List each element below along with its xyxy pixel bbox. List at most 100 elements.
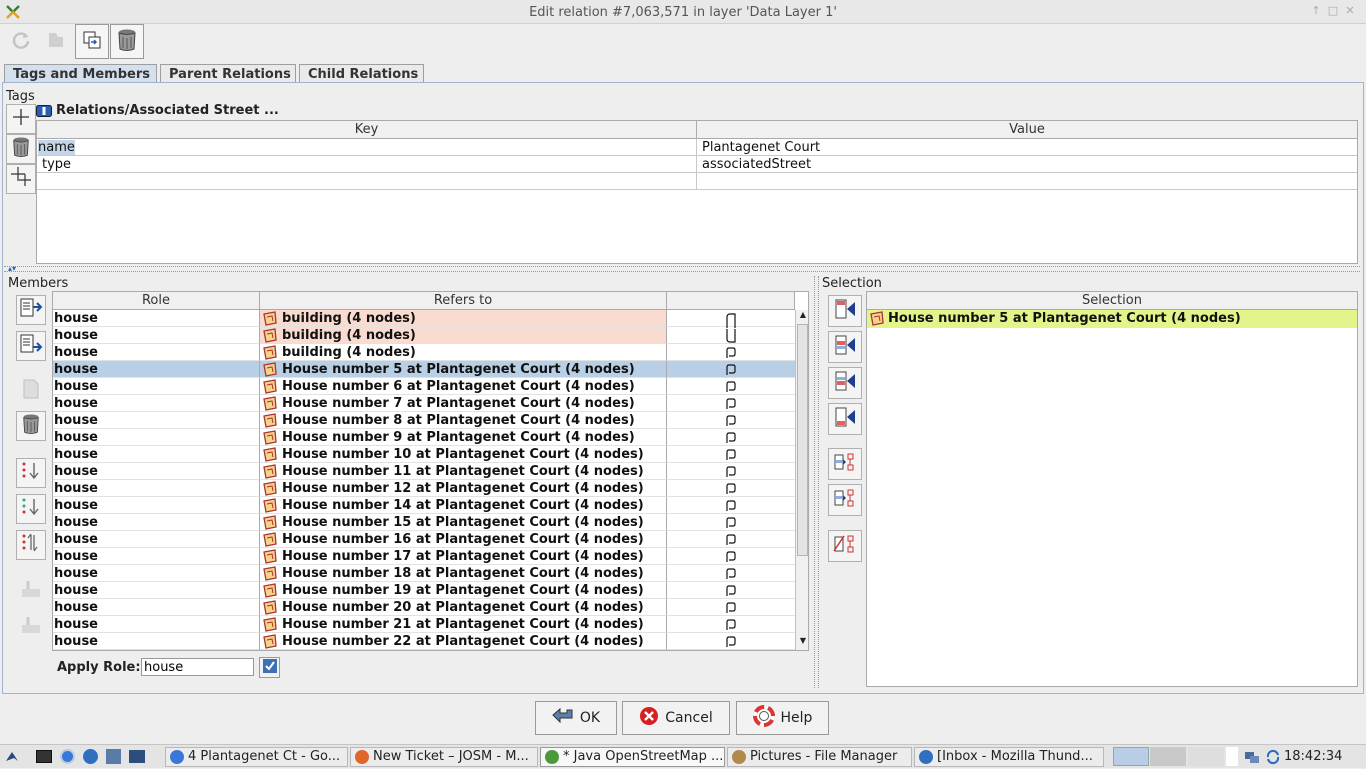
member-role-cell[interactable]: house: [53, 463, 260, 480]
workspace-1[interactable]: [1113, 747, 1149, 766]
member-role-cell[interactable]: house: [53, 582, 260, 599]
member-row[interactable]: house building (4 nodes): [53, 344, 795, 361]
download-incomplete-button[interactable]: [16, 612, 46, 642]
member-role-cell[interactable]: house: [53, 344, 260, 361]
terminal-icon[interactable]: [36, 750, 52, 763]
taskbar-task[interactable]: New Ticket – JOSM - M...: [350, 747, 538, 767]
apply-button[interactable]: [39, 24, 73, 59]
member-refers-to-cell[interactable]: House number 12 at Plantagenet Court (4 …: [260, 480, 667, 497]
workspace-3[interactable]: [1188, 747, 1224, 766]
minimize-icon[interactable]: ↑: [1310, 5, 1322, 17]
member-role-cell[interactable]: house: [53, 446, 260, 463]
add-selection-before-button[interactable]: [828, 331, 862, 363]
member-role-cell[interactable]: house: [53, 361, 260, 378]
member-refers-to-cell[interactable]: House number 17 at Plantagenet Court (4 …: [260, 548, 667, 565]
member-row[interactable]: house House number 8 at Plantagenet Court…: [53, 412, 795, 429]
member-row[interactable]: house House number 19 at Plantagenet Cour…: [53, 582, 795, 599]
desktop-launcher-icon[interactable]: [129, 750, 145, 763]
clock[interactable]: 18:42:34: [1284, 749, 1342, 764]
member-role-cell[interactable]: house: [53, 310, 260, 327]
member-role-cell[interactable]: house: [53, 480, 260, 497]
tag-key-cell[interactable]: name: [37, 139, 697, 156]
select-from-members-button[interactable]: [828, 484, 862, 516]
scroll-up-icon[interactable]: ▲: [798, 310, 808, 322]
remove-selected-button[interactable]: [828, 530, 862, 562]
member-role-cell[interactable]: house: [53, 378, 260, 395]
member-row[interactable]: house building (4 nodes): [53, 327, 795, 344]
tag-key-cell-empty[interactable]: [37, 173, 697, 190]
value-column-header[interactable]: Value: [697, 121, 1357, 139]
refers-to-column-header[interactable]: Refers to: [260, 292, 667, 310]
member-role-cell[interactable]: house: [53, 327, 260, 344]
move-up-selected-button[interactable]: [16, 295, 46, 325]
member-role-cell[interactable]: house: [53, 429, 260, 446]
member-refers-to-cell[interactable]: House number 9 at Plantagenet Court (4 n…: [260, 429, 667, 446]
member-row[interactable]: house House number 17 at Plantagenet Cour…: [53, 548, 795, 565]
member-role-cell[interactable]: house: [53, 514, 260, 531]
member-role-cell[interactable]: house: [53, 412, 260, 429]
tab-child-relations[interactable]: Child Relations: [299, 64, 424, 83]
select-members-button[interactable]: [828, 448, 862, 480]
taskbar-task[interactable]: Pictures - File Manager: [727, 747, 912, 767]
member-refers-to-cell[interactable]: building (4 nodes): [260, 310, 667, 327]
member-row[interactable]: house House number 18 at Plantagenet Cour…: [53, 565, 795, 582]
duplicate-button[interactable]: [75, 24, 109, 59]
member-refers-to-cell[interactable]: House number 16 at Plantagenet Court (4 …: [260, 531, 667, 548]
member-row[interactable]: house House number 15 at Plantagenet Cour…: [53, 514, 795, 531]
scroll-down-icon[interactable]: ▼: [798, 636, 808, 648]
member-row[interactable]: house House number 9 at Plantagenet Court…: [53, 429, 795, 446]
linkage-column-header[interactable]: [667, 292, 795, 310]
member-refers-to-cell[interactable]: building (4 nodes): [260, 344, 667, 361]
sync-icon[interactable]: [1265, 749, 1281, 769]
tab-parent-relations[interactable]: Parent Relations: [160, 64, 296, 83]
member-row[interactable]: house House number 7 at Plantagenet Court…: [53, 395, 795, 412]
scrollbar-thumb[interactable]: [797, 324, 808, 556]
member-refers-to-cell[interactable]: House number 20 at Plantagenet Court (4 …: [260, 599, 667, 616]
thunderbird-launcher-icon[interactable]: [83, 749, 98, 764]
taskbar-task[interactable]: 4 Plantagenet Ct - Go...: [165, 747, 348, 767]
close-icon[interactable]: ✕: [1344, 5, 1356, 17]
member-refers-to-cell[interactable]: House number 7 at Plantagenet Court (4 n…: [260, 395, 667, 412]
member-role-cell[interactable]: house: [53, 548, 260, 565]
member-refers-to-cell[interactable]: House number 21 at Plantagenet Court (4 …: [260, 616, 667, 633]
member-refers-to-cell[interactable]: House number 19 at Plantagenet Court (4 …: [260, 582, 667, 599]
move-down-selected-button[interactable]: [16, 331, 46, 361]
chrome-launcher-icon[interactable]: [60, 749, 75, 764]
member-row[interactable]: house House number 16 at Plantagenet Cour…: [53, 531, 795, 548]
member-row[interactable]: house House number 14 at Plantagenet Cour…: [53, 497, 795, 514]
add-tags-multi-button[interactable]: [6, 164, 36, 194]
delete-relation-button[interactable]: [110, 24, 144, 59]
workspace-4[interactable]: [1226, 747, 1238, 766]
help-button[interactable]: Help: [736, 701, 829, 735]
apply-role-input[interactable]: [141, 658, 254, 676]
add-selection-top-button[interactable]: [828, 295, 862, 327]
member-refers-to-cell[interactable]: building (4 nodes): [260, 327, 667, 344]
sort-below-button[interactable]: [16, 494, 46, 524]
member-refers-to-cell[interactable]: House number 5 at Plantagenet Court (4 n…: [260, 361, 667, 378]
member-refers-to-cell[interactable]: House number 22 at Plantagenet Court (4 …: [260, 633, 667, 650]
edit-member-button[interactable]: [16, 376, 46, 406]
cancel-button[interactable]: Cancel: [622, 701, 730, 735]
member-row[interactable]: house House number 20 at Plantagenet Cour…: [53, 599, 795, 616]
tag-value-cell[interactable]: Plantagenet Court: [697, 139, 1357, 156]
tag-value-cell[interactable]: associatedStreet: [697, 156, 1357, 173]
member-role-cell[interactable]: house: [53, 395, 260, 412]
selection-row[interactable]: House number 5 at Plantagenet Court (4 n…: [867, 310, 1357, 328]
member-role-cell[interactable]: house: [53, 531, 260, 548]
network-icon[interactable]: [1244, 749, 1260, 769]
ok-button[interactable]: OK: [535, 701, 617, 735]
add-selection-after-button[interactable]: [828, 367, 862, 399]
horizontal-splitter[interactable]: [4, 266, 1360, 272]
member-row[interactable]: house House number 6 at Plantagenet Court…: [53, 378, 795, 395]
reverse-members-button[interactable]: [16, 530, 46, 560]
add-selection-bottom-button[interactable]: [828, 403, 862, 435]
key-column-header[interactable]: Key: [37, 121, 697, 139]
member-role-cell[interactable]: house: [53, 633, 260, 650]
tag-value-cell-empty[interactable]: [697, 173, 1357, 190]
add-tag-button[interactable]: [6, 104, 36, 134]
member-refers-to-cell[interactable]: House number 6 at Plantagenet Court (4 n…: [260, 378, 667, 395]
member-row[interactable]: house House number 22 at Plantagenet Cour…: [53, 633, 795, 650]
tag-key-cell[interactable]: type: [37, 156, 697, 173]
member-role-cell[interactable]: house: [53, 497, 260, 514]
workspace-2[interactable]: [1150, 747, 1186, 766]
